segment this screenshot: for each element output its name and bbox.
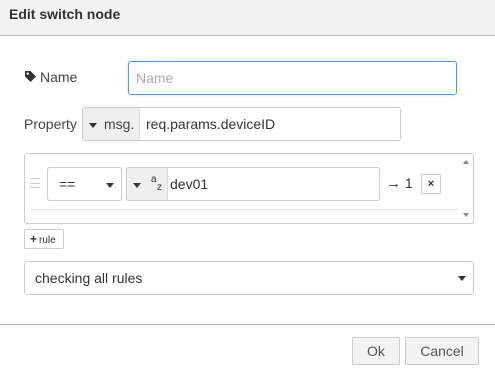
add-rule-label: rule <box>39 235 56 246</box>
property-type-prefix: msg. <box>104 116 135 132</box>
rule-value-type-selector[interactable]: a z <box>127 168 168 200</box>
caret-down-icon <box>89 123 97 128</box>
cancel-button[interactable]: Cancel <box>405 337 479 365</box>
checking-mode-select[interactable]: checking all rules <box>24 261 474 295</box>
add-rule-button[interactable]: + rule <box>24 229 64 249</box>
caret-down-icon <box>133 183 141 188</box>
dialog-title: Edit switch node <box>9 6 121 22</box>
rule-operator-select[interactable]: == <box>47 167 122 201</box>
scroll-up-icon[interactable] <box>463 160 469 164</box>
scroll-down-icon[interactable] <box>463 213 469 217</box>
caret-down-icon <box>106 183 114 188</box>
arrow-right-icon: → <box>386 175 401 192</box>
drag-handle-icon[interactable] <box>30 178 40 188</box>
plus-icon: + <box>30 232 38 246</box>
rule-output-number: 1 <box>404 175 413 191</box>
name-input[interactable] <box>128 61 457 95</box>
rules-list[interactable]: == a z dev01 → 1 × <box>24 153 474 224</box>
caret-down-icon <box>458 276 466 281</box>
rule-value-typed-input[interactable]: a z dev01 <box>126 167 380 201</box>
rule-output: → 1 <box>386 175 413 192</box>
rule-divider <box>31 209 458 210</box>
rule-value[interactable]: dev01 <box>170 176 208 192</box>
property-value[interactable]: req.params.deviceID <box>146 116 275 132</box>
rule-operator-value: == <box>59 176 76 192</box>
property-typed-input[interactable]: msg. req.params.deviceID <box>82 107 401 141</box>
remove-rule-button[interactable]: × <box>421 174 441 194</box>
string-az-icon: a z <box>151 174 162 193</box>
tag-icon <box>25 71 36 82</box>
checking-mode-value: checking all rules <box>35 270 143 286</box>
property-type-selector[interactable]: msg. <box>83 108 140 140</box>
dialog-titlebar: Edit switch node <box>0 0 495 36</box>
property-label: Property <box>24 116 77 132</box>
name-label: Name <box>40 69 78 85</box>
dialog-footer: Ok Cancel <box>0 324 495 372</box>
ok-button[interactable]: Ok <box>352 337 400 365</box>
